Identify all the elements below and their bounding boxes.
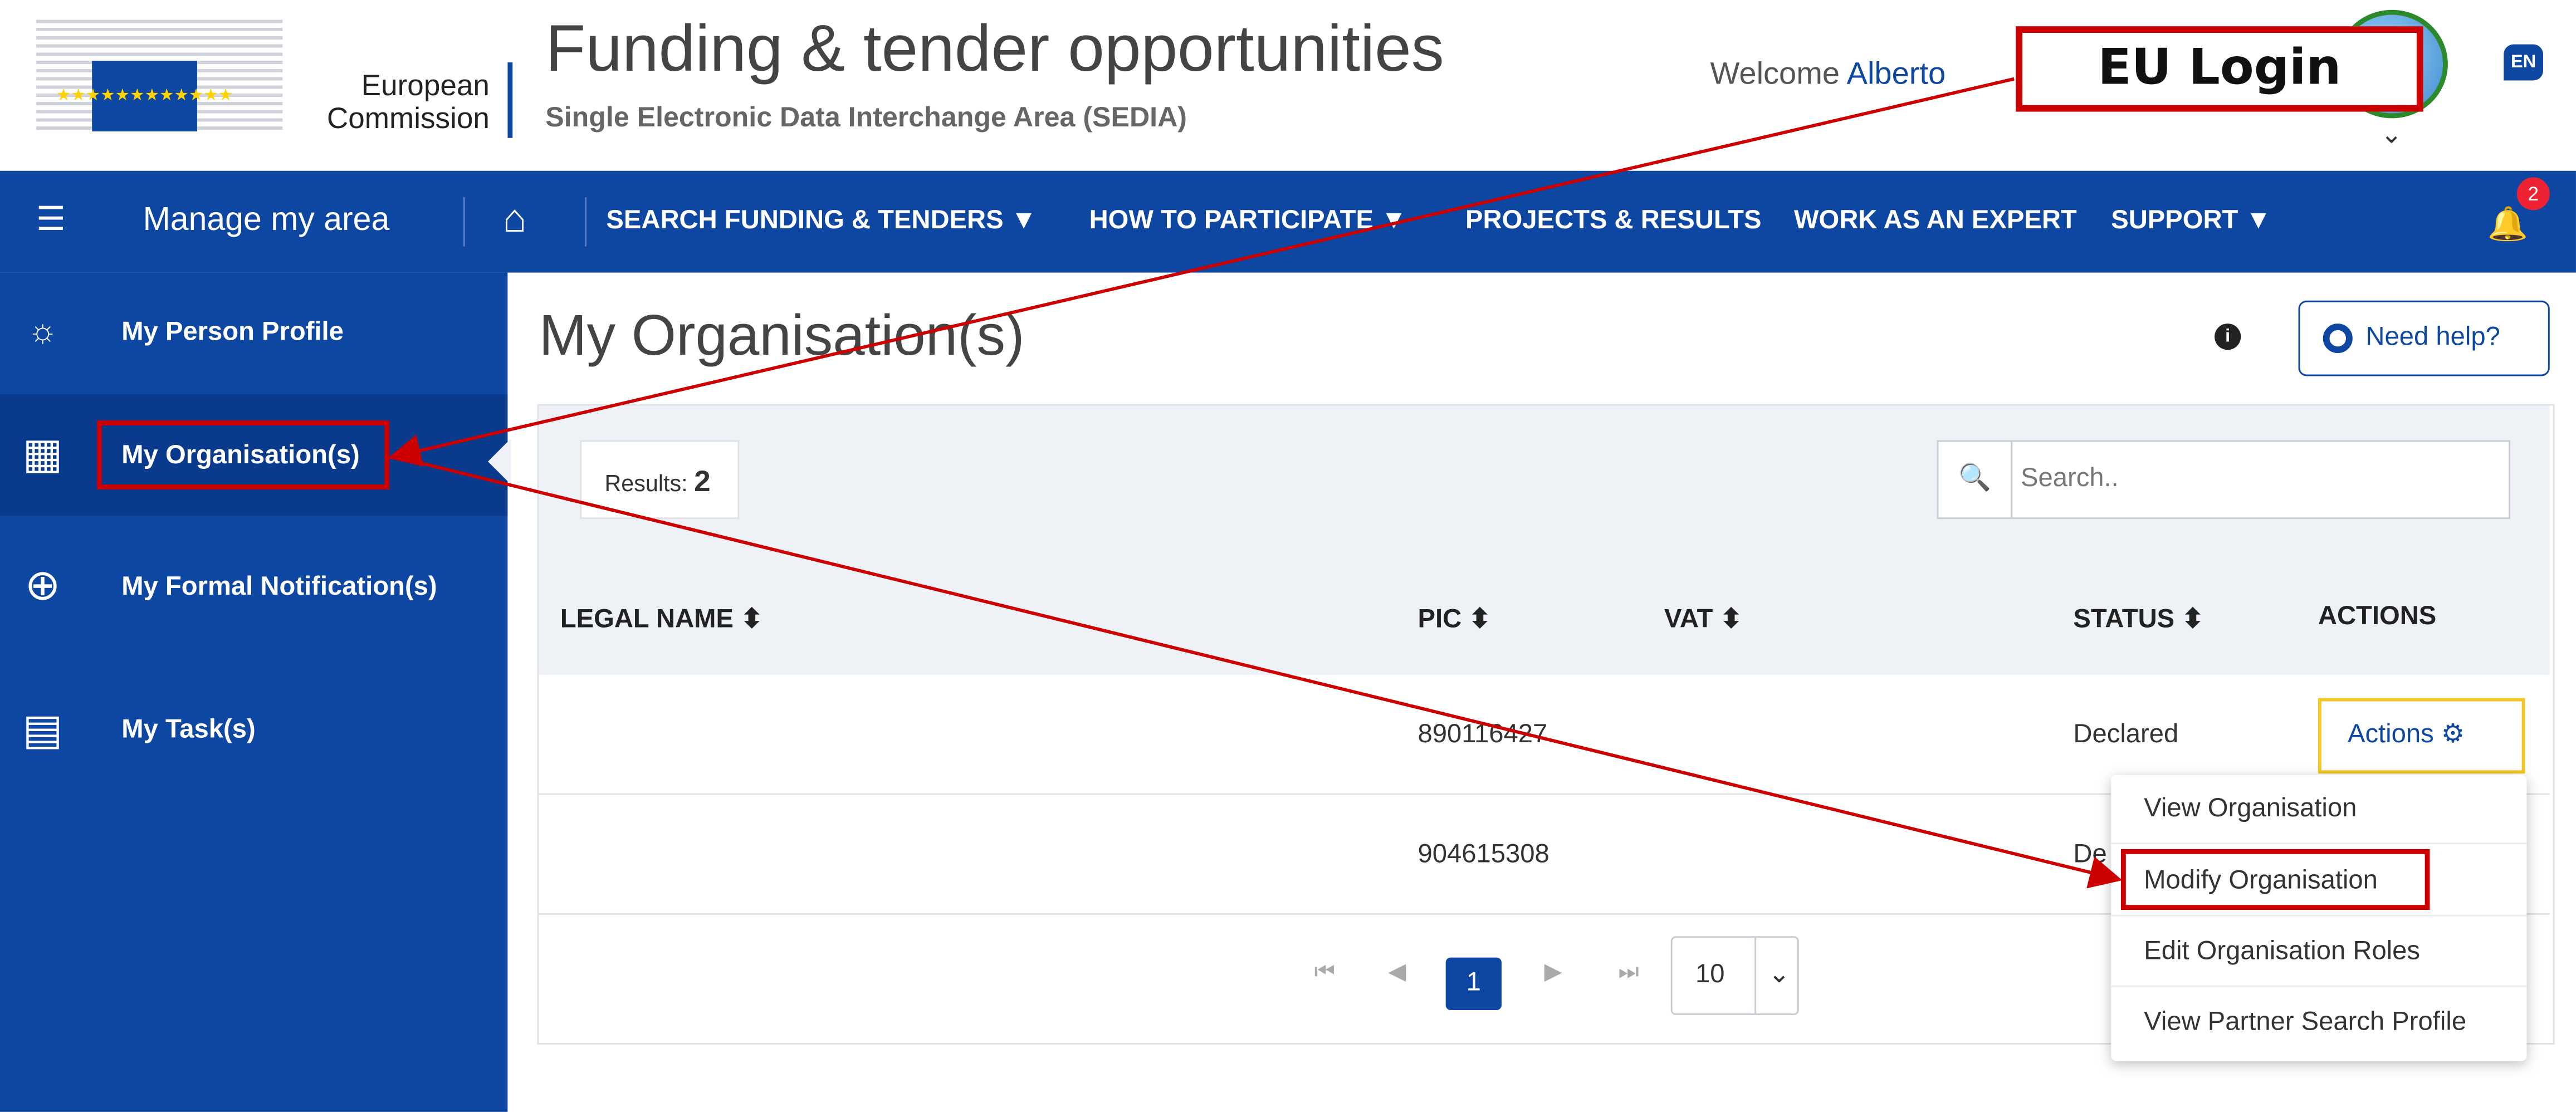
main-navbar: ☰ Manage my area ⌂ SEARCH FUNDING & TEND… xyxy=(0,170,2576,273)
logo-line2: Commission xyxy=(326,101,490,135)
cell-pic: 890116427 xyxy=(1417,721,1548,750)
chevron-down-icon: ⌄ xyxy=(1754,938,1802,1013)
first-page-icon[interactable]: ⏮ xyxy=(1314,958,1335,986)
column-label: VAT xyxy=(1664,606,1713,634)
globe-notification-icon: ⊕ xyxy=(25,560,61,610)
results-label: Results: xyxy=(604,469,688,496)
home-icon[interactable]: ⌂ xyxy=(503,197,527,243)
column-status[interactable]: STATUS ⬍ xyxy=(2073,603,2203,636)
organisation-highlight-box xyxy=(97,420,390,489)
lifebuoy-icon xyxy=(2323,324,2353,354)
last-page-icon[interactable]: ⏭ xyxy=(1618,958,1639,986)
eu-flag-icon[interactable]: ★★★★★★★★★★★★ xyxy=(56,61,233,131)
column-legal-name[interactable]: LEGAL NAME ⬍ xyxy=(560,603,763,636)
nav-divider xyxy=(463,197,465,247)
welcome-prefix: Welcome xyxy=(1710,57,1840,92)
eu-flag-stars: ★★★★★★★★★★★★ xyxy=(56,86,233,105)
cell-pic: 904615308 xyxy=(1417,841,1549,869)
notification-badge: 2 xyxy=(2516,177,2550,210)
column-label: STATUS xyxy=(2073,606,2175,634)
commission-logo-text[interactable]: European Commission xyxy=(299,69,490,135)
nav-how-to-participate[interactable]: HOW TO PARTICIPATE ▼ xyxy=(1089,207,1407,237)
site-header: ★★★★★★★★★★★★ European Commission Funding… xyxy=(0,0,2576,171)
actions-dropdown-menu: View Organisation Modify Organisation Ed… xyxy=(2111,775,2527,1061)
sidebar-item-tasks[interactable]: ▤ My Task(s) xyxy=(0,670,507,791)
column-actions: ACTIONS xyxy=(2318,602,2437,631)
page-size-select[interactable]: 10 ⌄ xyxy=(1670,936,1802,1015)
logo-divider xyxy=(507,62,513,138)
menu-item-edit-roles[interactable]: Edit Organisation Roles xyxy=(2111,918,2527,987)
info-icon[interactable]: i xyxy=(2215,324,2241,350)
hamburger-menu-icon[interactable]: ☰ xyxy=(36,204,66,237)
nav-work-as-expert[interactable]: WORK AS AN EXPERT xyxy=(1794,207,2077,237)
nav-item-label: PROJECTS & RESULTS xyxy=(1465,207,1762,235)
user-name-link[interactable]: Alberto xyxy=(1847,57,1946,92)
eu-login-callout: EU Login xyxy=(2016,26,2423,112)
results-count: Results: 2 xyxy=(580,440,740,520)
cell-status: De xyxy=(2073,841,2107,869)
menu-item-view-partner-profile[interactable]: View Partner Search Profile xyxy=(2111,989,2526,1058)
table-header xyxy=(539,553,2550,675)
site-subtitle: Single Electronic Data Interchange Area … xyxy=(545,101,1187,133)
nav-item-label: SUPPORT xyxy=(2111,207,2238,235)
site-title[interactable]: Funding & tender opportunities xyxy=(545,13,1444,86)
sidebar-item-label: My Task(s) xyxy=(121,716,256,744)
sidebar: ☼ My Person Profile ▦ My Organisation(s)… xyxy=(0,272,508,1112)
sort-icon: ⬍ xyxy=(741,606,763,634)
task-list-icon: ▤ xyxy=(22,704,63,754)
column-vat[interactable]: VAT ⬍ xyxy=(1664,603,1742,636)
language-selector[interactable]: EN xyxy=(2504,44,2543,81)
caret-down-icon: ▼ xyxy=(1010,207,1037,235)
sort-icon: ⬍ xyxy=(1720,606,1743,634)
nav-projects-results[interactable]: PROJECTS & RESULTS xyxy=(1465,207,1761,237)
search-input[interactable] xyxy=(2017,445,2501,515)
need-help-label: Need help? xyxy=(2365,324,2500,352)
current-page-button[interactable]: 1 xyxy=(1445,957,1502,1011)
active-item-pointer xyxy=(488,438,511,485)
welcome-text: Welcome Alberto xyxy=(1710,57,1946,94)
nav-support[interactable]: SUPPORT ▼ xyxy=(2111,207,2271,237)
page-title: My Organisation(s) xyxy=(539,303,1025,368)
column-pic[interactable]: PIC ⬍ xyxy=(1418,603,1491,636)
caret-down-icon: ▼ xyxy=(2245,207,2272,235)
results-number: 2 xyxy=(694,464,711,498)
nav-item-label: SEARCH FUNDING & TENDERS xyxy=(606,207,1004,235)
actions-label: Actions xyxy=(2347,721,2434,750)
building-icon: ▦ xyxy=(22,428,63,478)
sort-icon: ⬍ xyxy=(1469,606,1491,634)
sidebar-item-formal-notifications[interactable]: ⊕ My Formal Notification(s) xyxy=(0,526,507,647)
nav-item-label: WORK AS AN EXPERT xyxy=(1793,207,2077,235)
sidebar-item-label: My Formal Notification(s) xyxy=(121,573,437,601)
nav-search-funding-tenders[interactable]: SEARCH FUNDING & TENDERS ▼ xyxy=(606,207,1037,237)
app-root: ★★★★★★★★★★★★ European Commission Funding… xyxy=(0,0,2576,1112)
bell-icon[interactable]: 🔔 xyxy=(2487,204,2528,245)
nav-divider xyxy=(585,197,587,247)
page-size-value: 10 xyxy=(1695,961,1725,989)
chevron-down-icon[interactable]: ⌄ xyxy=(2381,123,2403,149)
previous-page-icon[interactable]: ◀ xyxy=(1388,958,1406,986)
search-icon[interactable]: 🔍 xyxy=(1939,442,2013,518)
menu-item-view-organisation[interactable]: View Organisation xyxy=(2111,775,2527,845)
manage-area-title[interactable]: Manage my area xyxy=(143,202,390,240)
beta-profile-icon: ☼ xyxy=(27,313,58,350)
sort-icon: ⬍ xyxy=(2182,606,2204,634)
next-page-icon[interactable]: ▶ xyxy=(1544,958,1562,986)
caret-down-icon: ▼ xyxy=(1381,207,1407,235)
modify-highlight-box xyxy=(2120,849,2430,910)
need-help-button[interactable]: Need help? xyxy=(2298,300,2550,376)
gears-icon: ⚙ xyxy=(2441,721,2465,750)
nav-item-label: HOW TO PARTICIPATE xyxy=(1089,207,1373,235)
logo-line1: European xyxy=(361,68,490,102)
search-group: 🔍 xyxy=(1937,440,2510,520)
column-label: PIC xyxy=(1417,606,1462,634)
sidebar-item-label: My Person Profile xyxy=(121,319,344,347)
column-label: LEGAL NAME xyxy=(560,606,734,634)
actions-button[interactable]: Actions ⚙ xyxy=(2318,698,2525,774)
cell-status: Declared xyxy=(2073,721,2179,750)
sidebar-item-person-profile[interactable]: ☼ My Person Profile xyxy=(0,273,507,394)
